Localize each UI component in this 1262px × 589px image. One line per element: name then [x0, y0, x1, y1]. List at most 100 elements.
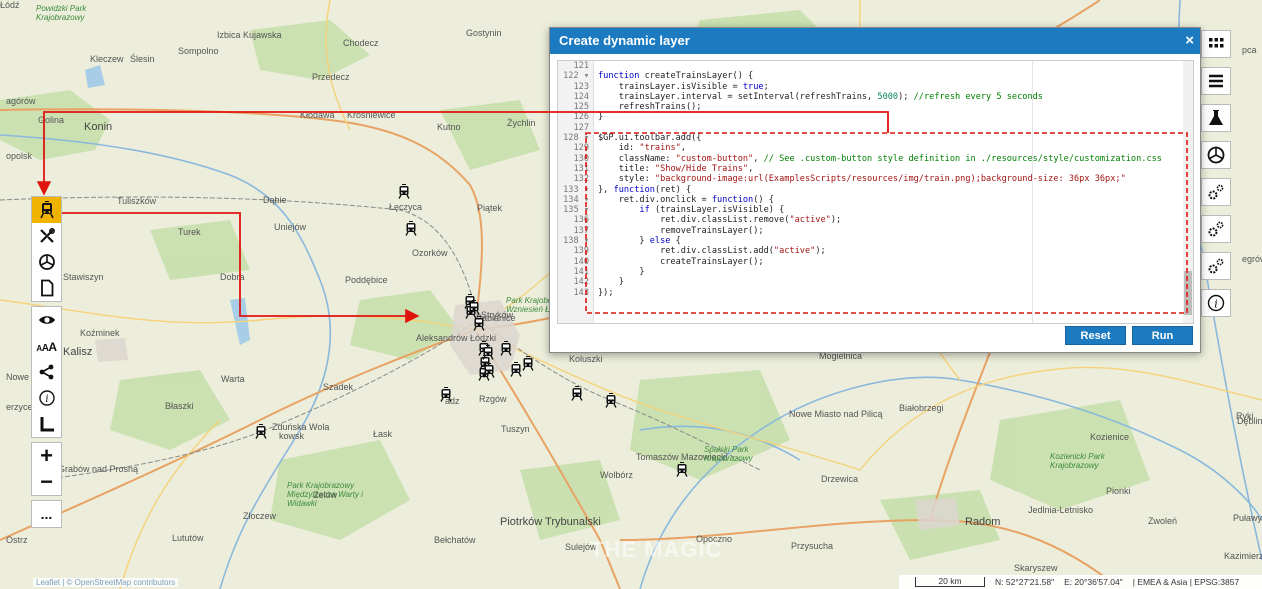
line-number: 140: [573, 256, 589, 267]
gears-icon: [1208, 184, 1224, 200]
code-line: trainsLayer.interval = setInterval(refre…: [598, 91, 1043, 102]
train-icon[interactable]: [500, 341, 512, 356]
svg-text:i: i: [45, 394, 48, 405]
watermark: THE MAGIC: [590, 537, 723, 562]
about-button[interactable]: i: [1201, 289, 1231, 317]
apps-button[interactable]: [1201, 30, 1231, 58]
train-icon: [39, 201, 54, 219]
train-layer-button[interactable]: [32, 197, 61, 223]
code-line: ret.div.classList.add("active");: [598, 246, 826, 257]
wrench-cross-icon: [39, 228, 55, 243]
line-number: 132: [573, 174, 589, 185]
dialog-footer: Reset Run: [1065, 326, 1193, 345]
line-number: 128 ▾: [563, 133, 589, 144]
latitude-readout: N: 52°27'21.58": [995, 577, 1055, 587]
train-icon[interactable]: [440, 387, 452, 402]
left-toolbar: AAA i + − ...: [31, 196, 62, 532]
share-icon: [39, 364, 53, 380]
zoom-group: + −: [31, 442, 62, 496]
view-group: AAA i: [31, 306, 62, 438]
code-line: $GP.ui.toolbar.add({: [598, 133, 702, 144]
document-icon: [40, 279, 53, 297]
gears-icon: [1208, 221, 1224, 237]
line-number: 126: [573, 112, 589, 123]
train-icon[interactable]: [255, 424, 267, 439]
line-number: 124: [573, 91, 589, 102]
train-icon[interactable]: [398, 184, 410, 199]
code-line: }: [598, 266, 645, 277]
create-dynamic-layer-dialog: Create dynamic layer × 121 122 ▾ 123 124 125…: [549, 27, 1201, 353]
settings-button-1[interactable]: [1201, 178, 1231, 206]
dialog-header: Create dynamic layer ×: [550, 28, 1200, 54]
zoom-out-button[interactable]: −: [32, 469, 61, 495]
status-bar: 20 km N: 52°27'21.58" E: 20°36'57.04" | …: [899, 575, 1262, 589]
run-button[interactable]: Run: [1132, 326, 1193, 345]
font-size-icon: AAA: [36, 340, 57, 354]
measure-button[interactable]: [32, 411, 61, 437]
code-line: trainsLayer.isVisible = true;: [598, 81, 769, 92]
reset-button[interactable]: Reset: [1065, 326, 1126, 345]
gp-tool-button[interactable]: [32, 249, 61, 275]
font-size-button[interactable]: AAA: [32, 333, 61, 359]
train-icon[interactable]: [510, 362, 522, 377]
train-icon[interactable]: [676, 462, 688, 477]
code-line: }, function(ret) {: [598, 184, 692, 195]
line-number: 130: [573, 153, 589, 164]
code-line: ret.div.classList.remove("active");: [598, 215, 842, 226]
close-icon[interactable]: ×: [1185, 28, 1194, 54]
info-button[interactable]: i: [32, 385, 61, 411]
code-line: id: "trains",: [598, 143, 686, 154]
eye-icon: [38, 316, 55, 324]
info-icon: i: [1207, 294, 1225, 312]
tools-button[interactable]: [32, 223, 61, 249]
code-line: refreshTrains();: [598, 102, 702, 113]
code-line: ret.div.onclick = function() {: [598, 194, 774, 205]
train-icon[interactable]: [468, 300, 480, 315]
document-button[interactable]: [32, 275, 61, 301]
code-line: title: "Show/Hide Trains",: [598, 163, 754, 174]
train-icon[interactable]: [473, 316, 485, 331]
more-group: ...: [31, 500, 62, 528]
line-number: 125: [573, 102, 589, 113]
lab-button[interactable]: [1201, 104, 1231, 132]
line-number: 129: [573, 143, 589, 154]
gears-icon: [1208, 258, 1224, 274]
train-icon[interactable]: [605, 393, 617, 408]
code-line: }: [598, 277, 624, 288]
zoom-in-button[interactable]: +: [32, 443, 61, 469]
settings-button-2[interactable]: [1201, 215, 1231, 243]
code-line: removeTrainsLayer();: [598, 225, 764, 236]
map-attribution[interactable]: Leaflet | © OpenStreetMap contributors: [33, 578, 179, 587]
train-icon[interactable]: [405, 221, 417, 236]
gp-button[interactable]: [1201, 141, 1231, 169]
visibility-button[interactable]: [32, 307, 61, 333]
code-line: if (trainsLayer.isVisible) {: [639, 205, 785, 216]
corner-icon: [40, 417, 54, 432]
line-number: 137: [573, 225, 589, 236]
train-icon[interactable]: [522, 356, 534, 371]
gp-logo-icon: [38, 254, 55, 270]
code-editor[interactable]: 121 122 ▾ 123 124 125 126 127 128 ▾ 129 130 131 132…: [557, 60, 1194, 324]
info-icon: i: [38, 390, 55, 406]
code-content[interactable]: function createTrainsLayer() { trainsLay…: [598, 61, 1181, 298]
editor-scrollbar[interactable]: [1183, 61, 1193, 323]
train-icon[interactable]: [482, 345, 494, 360]
tool-group: [31, 196, 62, 302]
line-number: 133 ▾: [563, 184, 589, 195]
more-button[interactable]: ...: [32, 501, 61, 527]
scrollbar-thumb[interactable]: [1184, 271, 1192, 315]
line-number: 143: [573, 287, 589, 298]
code-line: style: "background-image:url(ExamplesScr…: [598, 174, 1126, 185]
code-line: }: [598, 112, 604, 123]
hamburger-icon: [1209, 74, 1223, 88]
train-icon[interactable]: [571, 386, 583, 401]
line-number: 138 ▾: [563, 236, 589, 247]
line-number: 127: [573, 122, 589, 133]
line-number: 135 ▾: [563, 205, 589, 216]
grid-icon: [1209, 38, 1224, 48]
train-icon[interactable]: [483, 363, 495, 378]
settings-button-3[interactable]: [1201, 252, 1231, 280]
share-button[interactable]: [32, 359, 61, 385]
layers-button[interactable]: [1201, 67, 1231, 95]
line-number: 123: [573, 81, 589, 92]
